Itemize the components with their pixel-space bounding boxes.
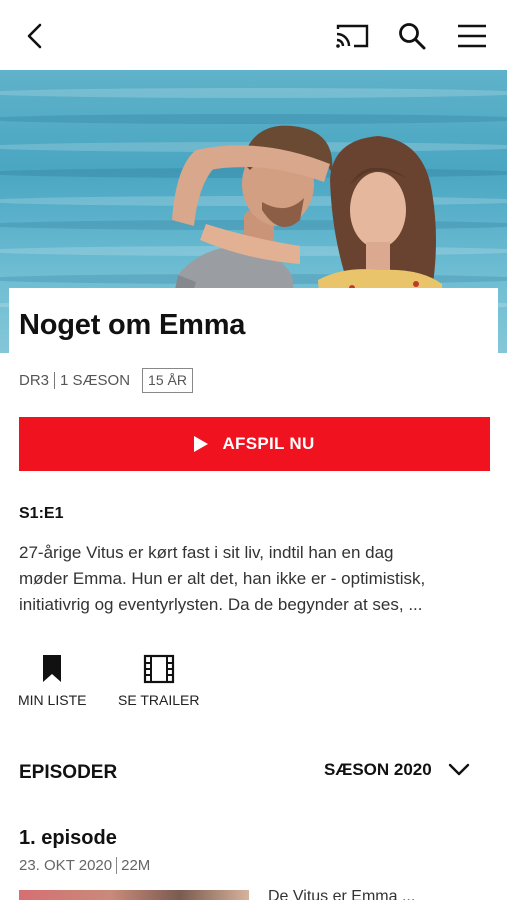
back-button[interactable]	[17, 18, 53, 54]
description-line: initiativrig og eventyrlysten. Da de beg…	[19, 595, 423, 614]
channel-label: DR3	[19, 371, 50, 389]
season-dropdown[interactable]: SÆSON 2020	[324, 760, 470, 780]
play-now-button[interactable]: AFSPIL NU	[19, 417, 490, 471]
play-now-label: AFSPIL NU	[222, 434, 315, 453]
search-icon	[399, 23, 426, 50]
top-bar	[0, 0, 507, 70]
meta-divider	[116, 857, 118, 874]
description-line: 27-årige Vitus er kørt fast i sit liv, i…	[19, 543, 394, 562]
episode-description: 27-årige Vitus er kørt fast i sit liv, i…	[19, 540, 489, 618]
trailer-button[interactable]: SE TRAILER	[118, 654, 199, 708]
episode-duration: 22M	[121, 857, 151, 874]
hamburger-menu-icon	[458, 24, 486, 48]
film-icon	[143, 654, 174, 684]
season-dropdown-label: SÆSON 2020	[324, 760, 432, 779]
chevron-down-icon	[448, 763, 469, 776]
show-meta: DR3 1 SÆSON 15 ÅR	[19, 367, 193, 393]
chevron-left-icon	[27, 23, 42, 49]
episode-item-meta: 23. OKT 2020 22M	[19, 857, 150, 874]
episodes-heading: EPISODER	[19, 762, 118, 783]
episode-item-description: De Vitus er Emma ...	[268, 888, 416, 900]
age-rating-badge: 15 ÅR	[142, 367, 193, 393]
episode-date: 23. OKT 2020	[19, 857, 113, 874]
play-icon	[194, 436, 209, 452]
episode-thumbnail[interactable]	[19, 890, 249, 900]
description-line: møder Emma. Hun er alt det, han ikke er …	[19, 569, 426, 588]
menu-button[interactable]	[454, 18, 490, 54]
my-list-button[interactable]: MIN LISTE	[18, 654, 86, 708]
bookmark-icon	[43, 655, 62, 682]
page-title: Noget om Emma	[19, 309, 246, 341]
season-count: 1 SÆSON	[60, 371, 131, 389]
trailer-label: SE TRAILER	[118, 692, 200, 708]
search-button[interactable]	[394, 18, 430, 54]
cast-icon	[336, 24, 369, 48]
episode-item-title[interactable]: 1. episode	[19, 827, 117, 850]
cast-button[interactable]	[334, 18, 370, 54]
episode-code: S1:E1	[19, 505, 64, 522]
my-list-label: MIN LISTE	[18, 692, 87, 708]
meta-divider	[54, 371, 56, 389]
